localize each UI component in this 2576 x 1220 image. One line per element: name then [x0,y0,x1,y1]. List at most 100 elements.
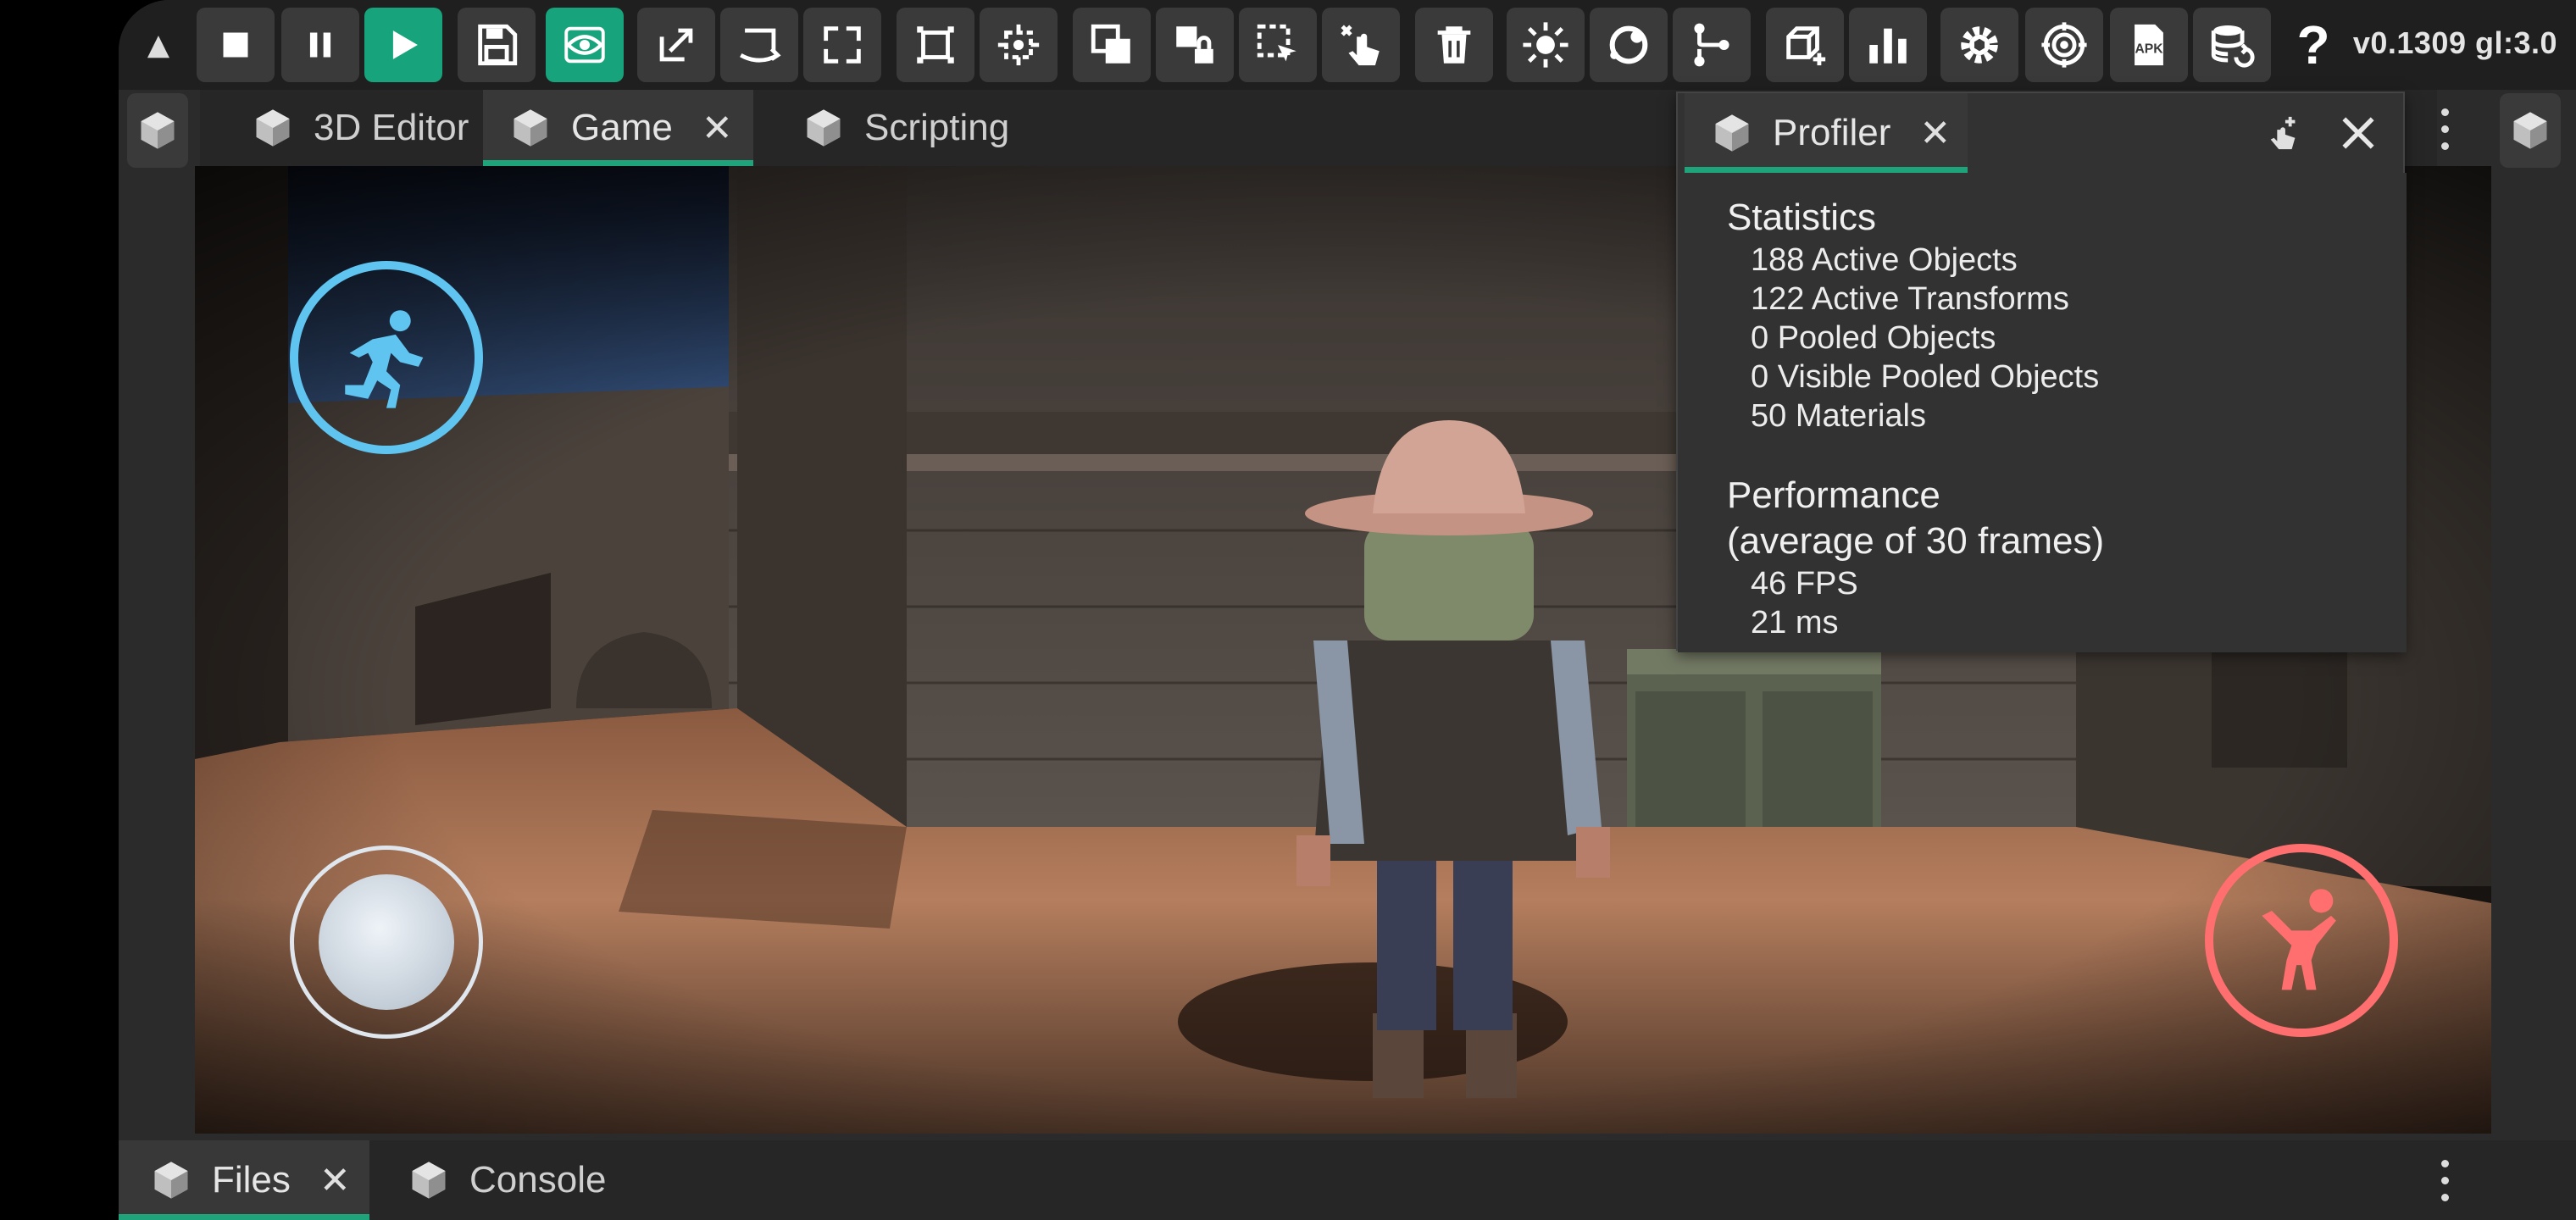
pause-button[interactable] [281,8,359,82]
cube-icon [256,109,290,147]
stat-line: 122 Active Transforms [1751,281,2069,317]
bar-chart-icon [1869,28,1907,64]
stop-icon [223,32,248,58]
apk-icon: APK [2135,24,2163,66]
stat-line: 0 Pooled Objects [1751,320,1996,356]
tab-label: Profiler [1773,112,1891,153]
tab-label: Scripting [864,107,1010,148]
rotate-tool-icon [740,28,781,63]
cube-icon [514,109,547,147]
touch-drag-icon[interactable] [2264,114,2303,152]
profiler-content: Statistics 188 Active Objects 122 Active… [1678,173,2407,652]
tab-scripting[interactable]: Scripting [776,90,1035,166]
profiler-panel: Profiler ✕ Statistics 188 Active Objects… [1676,92,2407,652]
tab-game[interactable]: Game ✕ [483,90,753,166]
help-button[interactable]: ? [2274,8,2352,82]
left-panel-toggle[interactable] [127,93,188,168]
add-object-button[interactable] [1766,8,1844,82]
select-button[interactable] [1239,8,1317,82]
version-label: v0.1309 gl:3.0 [2352,25,2557,60]
profiler-button[interactable] [1849,8,1927,82]
running-person-icon [345,310,424,408]
movement-joystick[interactable] [290,846,483,1039]
collapse-toolbar-button[interactable]: ▲ [137,24,180,66]
play-icon [392,30,418,59]
dot [2440,1193,2449,1201]
save-icon [478,24,518,66]
touch-select-button[interactable] [1322,8,1400,82]
close-tab-button[interactable]: ✕ [1919,112,1951,155]
tab-label: Game [571,107,673,148]
stat-line: 0 Visible Pooled Objects [1751,359,2100,395]
graph-icon [1694,23,1729,67]
cube-icon [154,1162,188,1199]
light-icon [1523,22,1568,68]
tab-files[interactable]: Files ✕ [119,1140,369,1220]
stat-line: 50 Materials [1751,398,1926,434]
database-button[interactable] [2193,8,2271,82]
stat-line: 188 Active Objects [1751,242,2018,278]
jump-button[interactable] [2205,844,2398,1037]
duplicate-button[interactable] [1073,8,1151,82]
settings-icon [1961,26,1998,64]
touch-select-icon [1341,25,1380,66]
tab-label: Files [212,1159,291,1201]
add-light-button[interactable] [1507,8,1585,82]
cube-icon [807,109,841,147]
play-button[interactable] [364,8,442,82]
duplicate-icon [1091,24,1130,64]
build-apk-button[interactable]: APK [2110,8,2188,82]
add-sphere-button[interactable] [1590,8,1668,82]
editor-app: ▲ APK ? v0.1309 gl:3.0 3D Editor Game ✕ … [119,0,2576,1220]
tab-label: Console [469,1159,607,1201]
lock-icon [1176,26,1213,64]
tab-3d-editor[interactable]: 3D Editor [217,90,494,166]
bottom-tabbar: Files ✕ Console [119,1140,2576,1220]
eye-icon [564,26,605,64]
help-icon: ? [2296,14,2330,75]
settings-button[interactable] [1940,8,2018,82]
delete-button[interactable] [1415,8,1493,82]
cube-icon [412,1162,446,1199]
move-tool-icon [659,28,693,62]
lock-button[interactable] [1156,8,1234,82]
pivot-icon [997,24,1040,66]
close-tab-button[interactable]: ✕ [319,1159,351,1202]
dot [2440,141,2449,150]
close-tab-button[interactable]: ✕ [702,107,733,150]
profiler-actions [2264,93,2403,173]
dot [2440,1159,2449,1167]
save-button[interactable] [458,8,536,82]
sphere-icon [1609,25,1648,64]
close-panel-icon[interactable] [2337,112,2379,154]
dot [2440,108,2449,116]
graph-button[interactable] [1673,8,1751,82]
cube-icon [1715,114,1749,152]
right-panel-toggle[interactable] [2500,93,2561,168]
tab-profiler[interactable]: Profiler ✕ [1685,93,1968,173]
move-tool-button[interactable] [637,8,715,82]
scale-tool-button[interactable] [803,8,881,82]
perf-line: 21 ms [1751,605,1839,640]
stop-button[interactable] [197,8,275,82]
bounds-button[interactable] [897,8,974,82]
pivot-button[interactable] [980,8,1058,82]
pause-icon [309,32,331,58]
tab-console[interactable]: Console [407,1140,631,1220]
joystick-knob[interactable] [319,874,454,1010]
toolbar: ▲ APK ? v0.1309 gl:3.0 [119,0,2576,90]
rotate-tool-button[interactable] [720,8,798,82]
project-settings-button[interactable] [2025,8,2103,82]
bottom-menu-button[interactable] [2432,1155,2457,1206]
tab-menu-button[interactable] [2432,103,2457,154]
jumping-person-icon [2262,889,2336,990]
sprint-button[interactable] [290,261,483,454]
performance-heading: Performance [1727,474,1940,516]
toggle-visibility-button[interactable] [546,8,624,82]
database-icon [2211,25,2255,68]
svg-text:APK: APK [2135,42,2163,57]
tab-label: 3D Editor [314,107,469,148]
statistics-heading: Statistics [1727,197,1877,238]
cube-icon [2513,112,2547,149]
select-icon [1257,24,1296,62]
